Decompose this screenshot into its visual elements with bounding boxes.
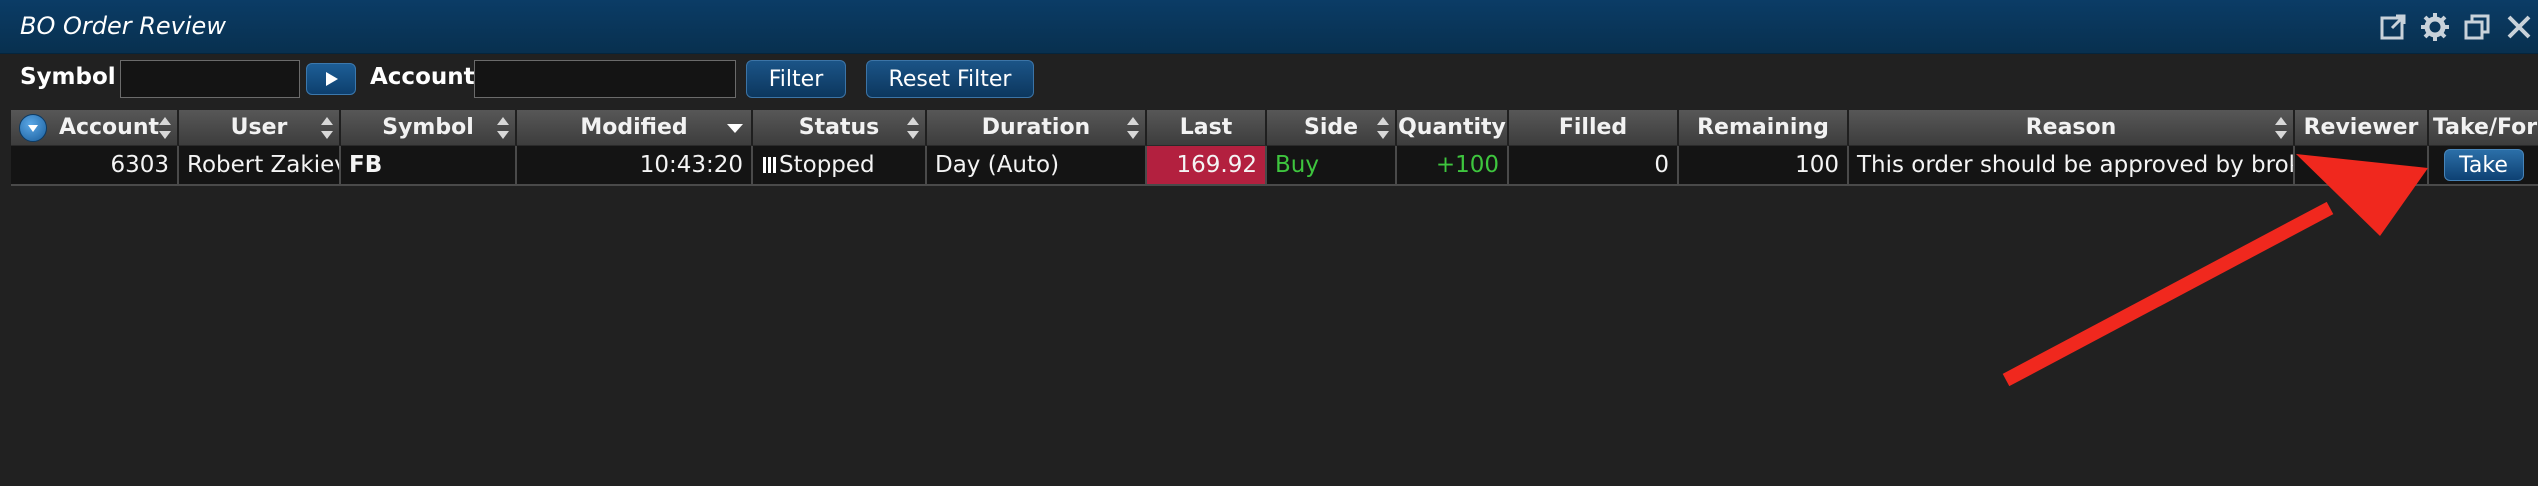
cell-reviewer (2295, 146, 2429, 186)
window-controls (2374, 8, 2538, 46)
header-reason-label: Reason (2025, 115, 2117, 140)
column-filter-icon[interactable] (19, 114, 47, 142)
header-quantity-label: Quantity (1398, 115, 1506, 140)
cell-reason: This order should be approved by broker (1849, 146, 2295, 186)
header-side-label: Side (1303, 115, 1359, 140)
cell-user: Robert Zakiev (179, 146, 341, 186)
account-input[interactable] (474, 60, 736, 98)
header-user[interactable]: User (179, 110, 341, 146)
header-reason[interactable]: Reason (1849, 110, 2295, 146)
popout-icon[interactable] (2374, 8, 2412, 46)
orders-grid: Account User Symbol Modified Status Dura… (11, 110, 2538, 186)
header-quantity[interactable]: Quantity (1397, 110, 1509, 146)
sort-icon (907, 117, 919, 139)
sort-icon (497, 117, 509, 139)
header-account-label: Account (58, 115, 160, 140)
cell-account: 6303 (11, 146, 179, 186)
restore-icon[interactable] (2458, 8, 2496, 46)
header-user-label: User (230, 115, 288, 140)
header-last-label: Last (1179, 115, 1233, 140)
sort-icon (159, 117, 171, 139)
cell-remaining: 100 (1679, 146, 1849, 186)
header-status-label: Status (798, 115, 880, 140)
header-side[interactable]: Side (1267, 110, 1397, 146)
header-symbol[interactable]: Symbol (341, 110, 517, 146)
header-last[interactable]: Last (1147, 110, 1267, 146)
symbol-label: Symbol (20, 64, 116, 90)
table-row[interactable]: 6303 Robert Zakiev FB 10:43:20 Stopped D… (11, 146, 2538, 186)
symbol-input[interactable] (120, 60, 300, 98)
take-button[interactable]: Take (2443, 149, 2524, 181)
header-reviewer[interactable]: Reviewer (2295, 110, 2429, 146)
header-filled-label: Filled (1558, 115, 1628, 140)
play-icon (326, 72, 338, 86)
cell-side: Buy (1267, 146, 1397, 186)
window-title: BO Order Review (20, 12, 226, 40)
grid-header: Account User Symbol Modified Status Dura… (11, 110, 2538, 146)
stopped-icon (763, 157, 777, 173)
cell-last: 169.92 (1147, 146, 1267, 186)
cell-take-force: Take (2429, 146, 2538, 186)
header-take-force[interactable]: Take/Force (2429, 110, 2538, 146)
header-status[interactable]: Status (753, 110, 927, 146)
header-account[interactable]: Account (11, 110, 179, 146)
sort-icon (321, 117, 333, 139)
header-filled[interactable]: Filled (1509, 110, 1679, 146)
cell-filled: 0 (1509, 146, 1679, 186)
gear-icon[interactable] (2416, 8, 2454, 46)
header-modified[interactable]: Modified (517, 110, 753, 146)
header-modified-label: Modified (580, 115, 688, 140)
header-reviewer-label: Reviewer (2303, 115, 2419, 140)
cell-quantity: +100 (1397, 146, 1509, 186)
sort-icon (2275, 117, 2287, 139)
cell-modified: 10:43:20 (517, 146, 753, 186)
header-take-force-label: Take/Force (2433, 115, 2538, 140)
header-symbol-label: Symbol (382, 115, 474, 140)
sort-icon (1127, 117, 1139, 139)
status-text: Stopped (779, 152, 875, 178)
sort-descending-icon (727, 124, 743, 133)
header-duration[interactable]: Duration (927, 110, 1147, 146)
header-remaining-label: Remaining (1697, 115, 1829, 140)
cell-duration: Day (Auto) (927, 146, 1147, 186)
filter-button[interactable]: Filter (746, 60, 846, 98)
close-icon[interactable] (2500, 8, 2538, 46)
account-label: Account (370, 64, 475, 90)
header-remaining[interactable]: Remaining (1679, 110, 1849, 146)
cell-status: Stopped (753, 146, 927, 186)
window-titlebar: BO Order Review (0, 0, 2538, 54)
reset-filter-button[interactable]: Reset Filter (866, 60, 1034, 98)
filter-bar: Symbol Account Filter Reset Filter (0, 54, 2538, 104)
cell-symbol: FB (341, 146, 517, 186)
header-duration-label: Duration (981, 115, 1091, 140)
apply-symbol-button[interactable] (306, 63, 356, 95)
sort-icon (1377, 117, 1389, 139)
